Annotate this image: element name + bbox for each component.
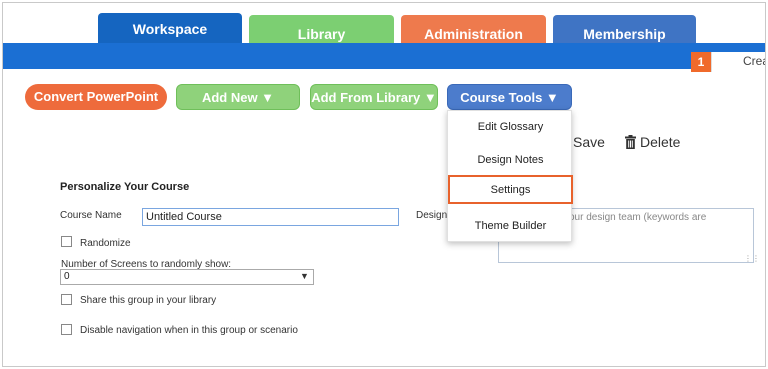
design-notes-placeholder: our design team (keywords are (569, 212, 707, 223)
menu-item-settings[interactable]: Settings (448, 175, 573, 204)
section-title: Personalize Your Course (60, 181, 190, 193)
menu-item-design-notes[interactable]: Design Notes (448, 144, 573, 177)
add-new-button[interactable]: Add New ▼ (176, 84, 300, 110)
tab-membership[interactable]: Membership (553, 15, 696, 45)
convert-powerpoint-button[interactable]: Convert PowerPoint (25, 84, 167, 110)
course-name-label: Course Name (60, 210, 122, 221)
randomize-label: Randomize (80, 238, 131, 249)
app-window: Workspace Library Administration Members… (2, 2, 766, 367)
course-tools-menu: Edit Glossary Design Notes Settings Them… (447, 110, 573, 243)
resize-handle-icon[interactable]: ⋮⋮ (744, 254, 760, 263)
share-group-checkbox[interactable] (61, 294, 72, 305)
menu-item-theme-builder[interactable]: Theme Builder (448, 210, 573, 243)
add-from-library-button[interactable]: Add From Library ▼ (310, 84, 438, 110)
tab-workspace[interactable]: Workspace (98, 13, 242, 45)
chevron-down-icon[interactable]: ▼ (300, 271, 309, 281)
save-button[interactable]: Save (573, 134, 605, 150)
course-name-input[interactable]: Untitled Course (142, 208, 399, 226)
notification-badge[interactable]: 1 (691, 52, 711, 72)
screens-select[interactable]: 0 (60, 269, 314, 285)
tab-administration[interactable]: Administration (401, 15, 546, 45)
design-label: Design (416, 210, 448, 221)
tab-library[interactable]: Library (249, 15, 394, 45)
randomize-checkbox[interactable] (61, 236, 72, 247)
share-group-label: Share this group in your library (80, 295, 217, 306)
menu-item-edit-glossary[interactable]: Edit Glossary (448, 111, 573, 144)
course-tools-button[interactable]: Course Tools ▼ (447, 84, 572, 110)
disable-navigation-checkbox[interactable] (61, 324, 72, 335)
trash-icon[interactable] (625, 135, 636, 149)
delete-button[interactable]: Delete (640, 134, 680, 150)
create-label[interactable]: Creat (743, 54, 765, 68)
disable-navigation-label: Disable navigation when in this group or… (80, 325, 298, 336)
header-bar (3, 43, 765, 69)
